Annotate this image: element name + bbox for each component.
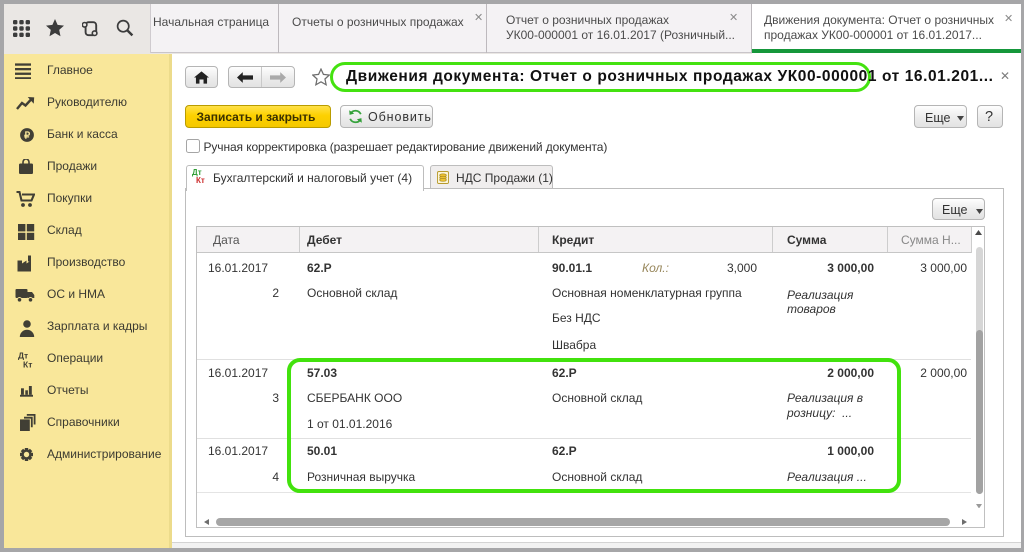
svg-text:Кт: Кт <box>23 360 32 369</box>
svg-text:₽: ₽ <box>24 130 31 141</box>
svg-text:Кт: Кт <box>196 176 205 184</box>
